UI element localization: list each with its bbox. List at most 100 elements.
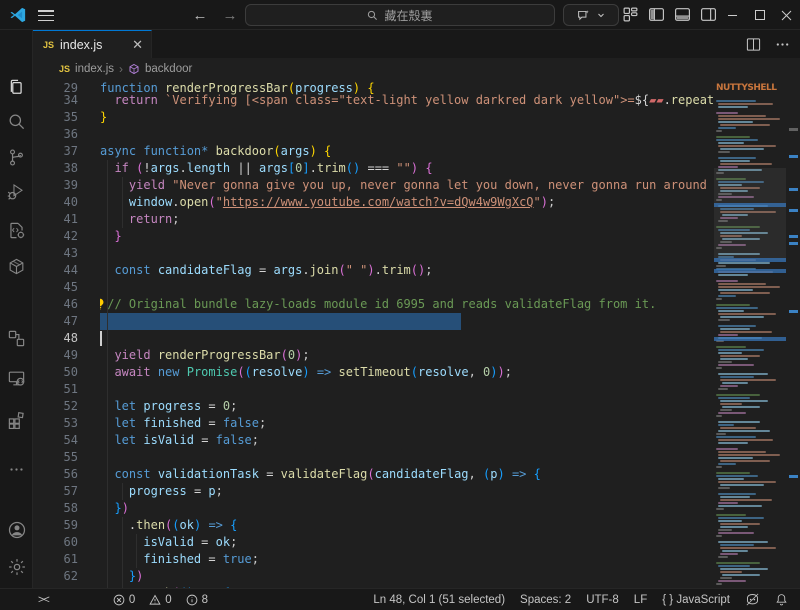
code-line[interactable]: 39 yield "Never gonna give you up, never…: [33, 177, 786, 194]
minimize-button[interactable]: [719, 0, 746, 30]
toggle-panel-icon[interactable]: [674, 6, 691, 23]
line-number[interactable]: 29: [33, 80, 100, 97]
line-number[interactable]: 62: [33, 568, 100, 585]
editor-more-actions-icon[interactable]: [775, 37, 790, 52]
line-number[interactable]: 41: [33, 211, 100, 228]
line-number[interactable]: 51: [33, 381, 100, 398]
account-icon[interactable]: [0, 515, 33, 545]
copilot-chat-button[interactable]: [563, 4, 619, 26]
line-number[interactable]: 49: [33, 347, 100, 364]
code-line[interactable]: 63 .catch(() => {: [33, 585, 786, 588]
line-number[interactable]: 63: [33, 585, 100, 588]
lightbulb-icon[interactable]: [100, 298, 106, 313]
settings-gear-icon[interactable]: [0, 552, 33, 582]
extensions-icon[interactable]: [0, 405, 33, 435]
code-line[interactable]: 42 }: [33, 228, 786, 245]
breadcrumb-symbol[interactable]: backdoor: [145, 63, 192, 75]
line-number[interactable]: 59: [33, 517, 100, 534]
line-number[interactable]: 39: [33, 177, 100, 194]
line-number[interactable]: 47: [33, 313, 100, 330]
maximize-button[interactable]: [746, 0, 773, 30]
code-line[interactable]: 54 let isValid = false;: [33, 432, 786, 449]
code-runner-icon[interactable]: [0, 215, 33, 245]
package-cube-icon[interactable]: [0, 251, 33, 281]
code-line[interactable]: 47··const·{·validateFlag·}·=·await·impor…: [33, 313, 786, 330]
remote-explorer-icon[interactable]: [0, 363, 33, 393]
run-debug-icon[interactable]: [0, 177, 33, 207]
code-line[interactable]: 61 finished = true;: [33, 551, 786, 568]
code-line[interactable]: 55: [33, 449, 786, 466]
code-line[interactable]: 35}: [33, 109, 786, 126]
line-number[interactable]: 55: [33, 449, 100, 466]
split-editor-icon[interactable]: [746, 37, 761, 52]
language-status[interactable]: { } JavaScript: [662, 594, 730, 606]
code-line[interactable]: 52 let progress = 0;: [33, 398, 786, 415]
code-line[interactable]: 45: [33, 279, 786, 296]
line-number[interactable]: 44: [33, 262, 100, 279]
customize-layout-icon[interactable]: [622, 6, 639, 23]
search-icon[interactable]: [0, 106, 33, 136]
toggle-secondary-sidebar-icon[interactable]: [700, 6, 717, 23]
line-number[interactable]: 38: [33, 160, 100, 177]
breadcrumb-file[interactable]: index.js: [75, 63, 114, 75]
cursor-position-status[interactable]: Ln 48, Col 1 (51 selected): [373, 594, 505, 606]
code-line[interactable]: 49 yield renderProgressBar(0);: [33, 347, 786, 364]
code-line[interactable]: 41 return;: [33, 211, 786, 228]
line-number[interactable]: 48: [33, 330, 100, 347]
toggle-primary-sidebar-icon[interactable]: [648, 6, 665, 23]
line-number[interactable]: 54: [33, 432, 100, 449]
more-actions-icon[interactable]: [0, 454, 33, 484]
copilot-status-icon[interactable]: [745, 592, 760, 607]
code-line[interactable]: 46 // Original bundle lazy-loads module …: [33, 296, 786, 313]
line-number[interactable]: 43: [33, 245, 100, 262]
code-line[interactable]: 62 }): [33, 568, 786, 585]
navigate-forward-button[interactable]: →: [220, 5, 240, 25]
line-number[interactable]: 35: [33, 109, 100, 126]
remote-indicator[interactable]: ><: [38, 594, 49, 606]
tab-indexjs[interactable]: JS index.js ✕: [33, 30, 152, 58]
code-line[interactable]: 58 }): [33, 500, 786, 517]
line-number[interactable]: 52: [33, 398, 100, 415]
minimap-slider[interactable]: [714, 168, 786, 260]
code-line[interactable]: 43: [33, 245, 786, 262]
line-number[interactable]: 46: [33, 296, 100, 313]
minimap[interactable]: NUTTYSHELL: [714, 80, 786, 588]
line-number[interactable]: 53: [33, 415, 100, 432]
code-line[interactable]: 40 window.open("https://www.youtube.com/…: [33, 194, 786, 211]
line-number[interactable]: 56: [33, 466, 100, 483]
tab-close-icon[interactable]: ✕: [132, 37, 143, 53]
code-editor[interactable]: 34 return `Verifying [<span class="text-…: [33, 80, 800, 588]
code-line[interactable]: 38 if (!args.length || args[0].trim() ==…: [33, 160, 786, 177]
line-number[interactable]: 37: [33, 143, 100, 160]
encoding-status[interactable]: UTF-8: [586, 594, 619, 606]
sticky-code-line[interactable]: 29function renderProgressBar(progress) {: [33, 80, 786, 97]
line-number[interactable]: 61: [33, 551, 100, 568]
scrollbar-overview-ruler[interactable]: [786, 80, 800, 588]
code-line[interactable]: 51: [33, 381, 786, 398]
code-line[interactable]: 44 const candidateFlag = args.join(" ").…: [33, 262, 786, 279]
source-control-icon[interactable]: [0, 142, 33, 172]
navigate-back-button[interactable]: ←: [190, 5, 210, 25]
explorer-icon[interactable]: [0, 72, 33, 102]
line-number[interactable]: 50: [33, 364, 100, 381]
line-number[interactable]: 57: [33, 483, 100, 500]
menu-hamburger-icon[interactable]: [38, 7, 54, 23]
references-icon[interactable]: [0, 323, 33, 353]
line-number[interactable]: 42: [33, 228, 100, 245]
close-button[interactable]: [773, 0, 800, 30]
code-line[interactable]: 37async function* backdoor(args) {: [33, 143, 786, 160]
line-number[interactable]: 60: [33, 534, 100, 551]
notifications-bell-icon[interactable]: [775, 593, 788, 606]
line-number[interactable]: 36: [33, 126, 100, 143]
line-number[interactable]: 40: [33, 194, 100, 211]
code-line[interactable]: 50 await new Promise((resolve) => setTim…: [33, 364, 786, 381]
code-line[interactable]: 59 .then((ok) => {: [33, 517, 786, 534]
code-line[interactable]: 56 const validationTask = validateFlag(c…: [33, 466, 786, 483]
line-number[interactable]: 45: [33, 279, 100, 296]
indentation-status[interactable]: Spaces: 2: [520, 594, 571, 606]
line-number[interactable]: 58: [33, 500, 100, 517]
problems-status[interactable]: 0 0 8: [113, 594, 208, 606]
code-line[interactable]: 53 let finished = false;: [33, 415, 786, 432]
code-line[interactable]: 57 progress = p;: [33, 483, 786, 500]
command-center-search[interactable]: 藏在殼裏: [245, 4, 555, 26]
